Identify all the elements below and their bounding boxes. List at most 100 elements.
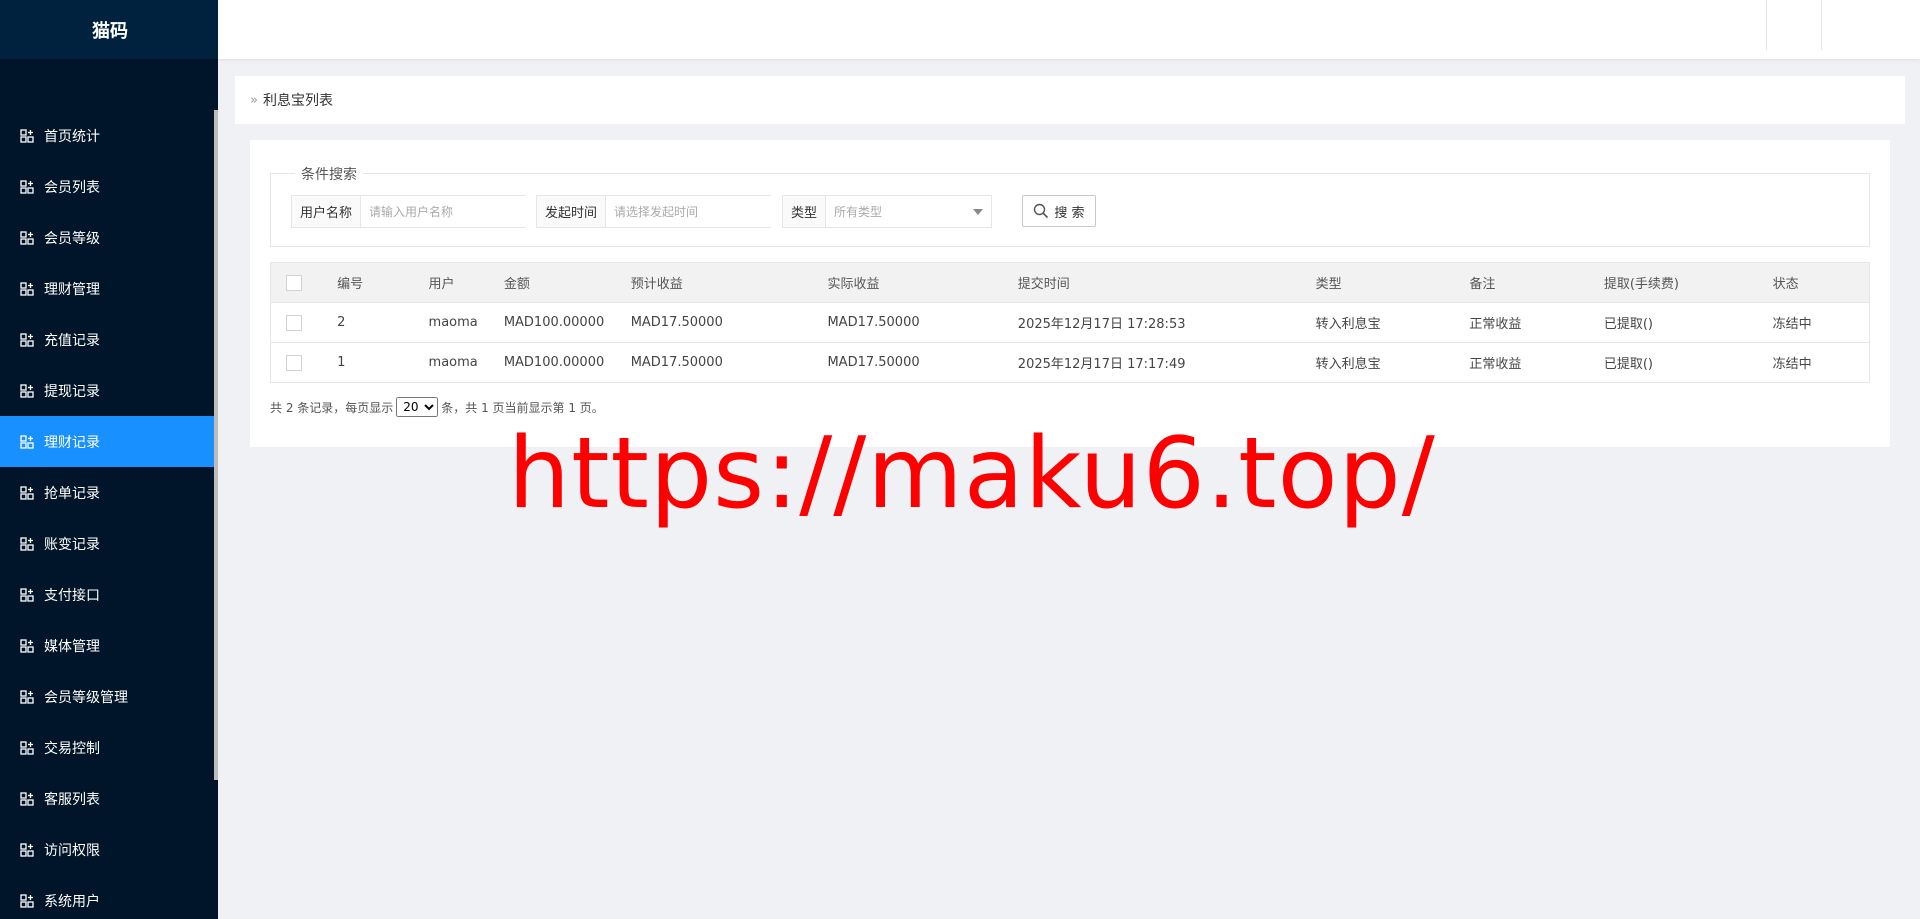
- app-logo: 猫码: [0, 0, 218, 59]
- sidebar-item-label: 系统用户: [44, 893, 100, 910]
- select-all-cell: [270, 262, 338, 303]
- pager-prefix: 共 2 条记录，每页显示: [270, 400, 394, 415]
- table-cell: 冻结中: [1772, 302, 1870, 343]
- row-select-cell: [270, 342, 338, 383]
- table-header-row: 编号 用户 金额 预计收益 实际收益 提交时间 类型 备注 提取(手续费) 状态: [270, 262, 1870, 303]
- table-cell: 2: [337, 302, 429, 343]
- sidebar-item[interactable]: 理财管理: [0, 263, 214, 314]
- grid-icon: [20, 434, 34, 449]
- table-cell: maoma: [428, 302, 504, 343]
- sidebar-scrollbar[interactable]: [214, 110, 218, 780]
- grid-icon: [20, 842, 34, 857]
- sidebar-menu: 首页统计会员列表会员等级理财管理充值记录提现记录理财记录抢单记录账变记录支付接口…: [0, 110, 214, 919]
- sidebar-item[interactable]: 支付接口: [0, 569, 214, 620]
- column-header: 实际收益: [827, 262, 1018, 303]
- column-header: 提交时间: [1017, 262, 1316, 303]
- grid-icon: [20, 740, 34, 755]
- grid-icon: [20, 689, 34, 704]
- breadcrumb: » 利息宝列表: [235, 76, 1905, 124]
- search-button-label: 搜 索: [1054, 205, 1085, 221]
- table-row: 2 maoma MAD100.00000 MAD17.50000 MAD17.50000…: [270, 302, 1870, 343]
- username-input[interactable]: [361, 196, 528, 227]
- grid-icon: [20, 383, 34, 398]
- username-field: 用户名称: [291, 195, 528, 228]
- table-cell: 冻结中: [1772, 342, 1870, 383]
- sidebar: 猫码 首页统计会员列表会员等级理财管理充值记录提现记录理财记录抢单记录账变记录支…: [0, 0, 218, 919]
- time-input[interactable]: [606, 196, 773, 227]
- table-cell: 1: [337, 342, 429, 383]
- grid-icon: [20, 587, 34, 602]
- page-size-select[interactable]: 20: [396, 397, 439, 417]
- row-checkbox[interactable]: [286, 354, 302, 371]
- time-field: 发起时间: [536, 195, 773, 228]
- grid-icon: [20, 281, 34, 296]
- sidebar-item-label: 理财管理: [44, 281, 100, 298]
- column-header: 预计收益: [630, 262, 828, 303]
- table-cell: MAD100.00000: [503, 342, 631, 383]
- table-cell: MAD100.00000: [503, 302, 631, 343]
- table-cell: 2025年12月17日 17:28:53: [1017, 302, 1316, 343]
- search-fieldset: 条件搜索 用户名称 发起时间 类型 所有类型 搜 索: [270, 164, 1870, 247]
- sidebar-item[interactable]: 抢单记录: [0, 467, 214, 518]
- pagination: 共 2 条记录，每页显示 20 条，共 1 页当前显示第 1 页。: [270, 397, 604, 417]
- sidebar-item-label: 媒体管理: [44, 638, 100, 655]
- search-icon: [1034, 203, 1049, 219]
- sidebar-item[interactable]: 访问权限: [0, 824, 214, 875]
- content-card: 条件搜索 用户名称 发起时间 类型 所有类型 搜 索 编号用户金额预计收益: [250, 140, 1890, 447]
- page-title: 利息宝列表: [262, 93, 333, 109]
- type-field: 类型 所有类型: [782, 195, 992, 228]
- header-divider: [1766, 0, 1767, 50]
- sidebar-item-label: 会员等级: [44, 230, 100, 247]
- row-checkbox[interactable]: [286, 314, 302, 331]
- type-select[interactable]: 所有类型: [826, 196, 991, 227]
- watermark-url: https://maku6.top/: [508, 417, 1436, 531]
- sidebar-item-label: 理财记录: [44, 434, 100, 451]
- caret-down-icon: [973, 208, 983, 215]
- sidebar-item-label: 账变记录: [44, 536, 100, 553]
- sidebar-item[interactable]: 会员等级: [0, 212, 214, 263]
- table-cell: 2025年12月17日 17:17:49: [1017, 342, 1316, 383]
- grid-icon: [20, 893, 34, 908]
- sidebar-item-label: 支付接口: [44, 587, 100, 604]
- table-cell: MAD17.50000: [827, 342, 1018, 383]
- column-header: 类型: [1315, 262, 1470, 303]
- type-select-value: 所有类型: [834, 205, 883, 219]
- grid-icon: [20, 179, 34, 194]
- sidebar-item[interactable]: 会员列表: [0, 161, 214, 212]
- sidebar-item[interactable]: 充值记录: [0, 314, 214, 365]
- table-cell: MAD17.50000: [827, 302, 1018, 343]
- sidebar-item[interactable]: 客服列表: [0, 773, 214, 824]
- sidebar-item[interactable]: 媒体管理: [0, 620, 214, 671]
- sidebar-item-label: 交易控制: [44, 740, 100, 757]
- type-label: 类型: [783, 196, 827, 227]
- sidebar-item-label: 首页统计: [44, 128, 100, 145]
- sidebar-item-label: 提现记录: [44, 383, 100, 400]
- row-select-cell: [270, 302, 338, 343]
- sidebar-item[interactable]: 理财记录: [0, 416, 214, 467]
- records-table: 编号 用户 金额 预计收益 实际收益 提交时间 类型 备注 提取(手续费) 状态 2 maoma MA…: [270, 262, 1870, 383]
- grid-icon: [20, 638, 34, 653]
- column-header: 备注: [1469, 262, 1604, 303]
- table-cell: 正常收益: [1469, 302, 1604, 343]
- table-cell: 转入利息宝: [1315, 342, 1470, 383]
- sidebar-item[interactable]: 系统用户: [0, 875, 214, 919]
- column-header: 提取(手续费): [1603, 262, 1773, 303]
- select-all-checkbox[interactable]: [286, 274, 302, 291]
- table-cell: MAD17.50000: [630, 342, 828, 383]
- sidebar-item[interactable]: 交易控制: [0, 722, 214, 773]
- search-button[interactable]: 搜 索: [1022, 195, 1096, 227]
- column-header: 状态: [1772, 262, 1870, 303]
- grid-icon: [20, 332, 34, 347]
- sidebar-item[interactable]: 提现记录: [0, 365, 214, 416]
- sidebar-item[interactable]: 会员等级管理: [0, 671, 214, 722]
- time-label: 发起时间: [537, 196, 607, 227]
- column-header: 用户: [428, 262, 504, 303]
- grid-icon: [20, 128, 34, 143]
- table-cell: MAD17.50000: [630, 302, 828, 343]
- sidebar-item[interactable]: 首页统计: [0, 110, 214, 161]
- header-divider: [1821, 0, 1822, 50]
- table-cell: 正常收益: [1469, 342, 1604, 383]
- table-cell: 转入利息宝: [1315, 302, 1470, 343]
- sidebar-item-label: 充值记录: [44, 332, 100, 349]
- sidebar-item[interactable]: 账变记录: [0, 518, 214, 569]
